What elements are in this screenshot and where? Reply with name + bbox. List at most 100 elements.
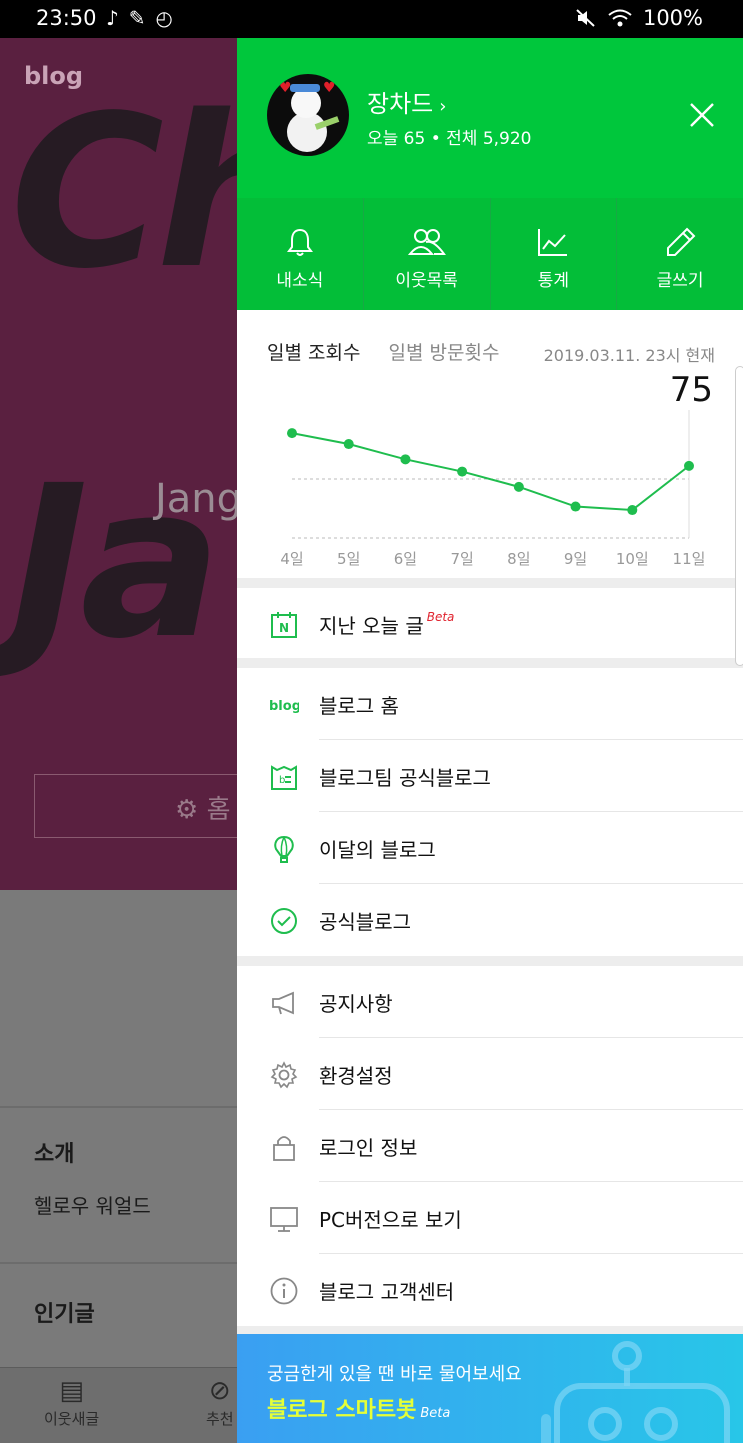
banner-bot-name: 블로그 스마트봇 Beta	[267, 1398, 451, 1423]
quick-action-stats[interactable]: 통계	[491, 198, 618, 310]
cover-title-line-1: Ch	[10, 70, 237, 315]
stats-panel: 일별 조회수 일별 방문횟수 2019.03.11. 23시 현재 75 4일 5…	[237, 310, 743, 578]
monitor-icon	[270, 1207, 298, 1232]
status-right-icons: 100%	[575, 6, 703, 30]
tab-daily-views[interactable]: 일별 조회수	[267, 342, 360, 364]
blog-cover: blog Ch Ja Jang ⚙ 홈	[0, 38, 237, 890]
home-button[interactable]: ⚙ 홈	[34, 774, 237, 838]
chart-point	[457, 466, 468, 477]
quick-actions-bar: 내소식 이웃목록 통계 글쓰기	[237, 198, 743, 310]
quick-action-label: 통계	[537, 271, 570, 291]
avatar-hat	[290, 84, 320, 92]
chart-tick-label: 6일	[394, 550, 417, 568]
robot-icon	[541, 1341, 730, 1443]
section-divider	[0, 1106, 237, 1108]
bottom-tab-bar: ▤ 이웃새글 ⊘ 추천	[0, 1367, 237, 1443]
home-button-label: 홈	[206, 795, 231, 825]
timer-icon: ◴	[155, 6, 173, 30]
menu-item-past-today[interactable]: N 지난 오늘 글 Beta	[237, 588, 743, 660]
avatar[interactable]: ♥ ♥	[267, 74, 349, 156]
section-divider	[237, 956, 743, 966]
menu-item-blog-of-month[interactable]: 이달의 블로그	[237, 812, 743, 884]
tab-neighbor-news[interactable]: ▤ 이웃새글	[44, 1376, 99, 1429]
check-circle-icon	[271, 908, 297, 934]
chart-point	[684, 460, 694, 471]
menu-item-label: 블로그 고객센터	[319, 1280, 455, 1304]
side-drawer: ♥ ♥ 장차드 › 오늘 65 • 전체 5,920 내소식 이웃목록 통계 글…	[237, 38, 743, 1443]
calendar-n-icon: N	[271, 612, 297, 638]
menu-item-settings[interactable]: 환경설정	[237, 1038, 743, 1110]
banner-question: 궁금한게 있을 땐 바로 물어보세요	[267, 1364, 522, 1385]
blogteam-icon: b	[271, 765, 297, 790]
menu-item-login-info[interactable]: 로그인 정보	[237, 1110, 743, 1182]
menu-item-label: 이달의 블로그	[319, 838, 436, 862]
daily-views-chart: 4일 5일 6일 7일 8일 9일 10일 11일	[280, 410, 705, 568]
compass-icon: ⊘	[208, 1376, 231, 1406]
profile-name: 장차드	[367, 90, 434, 118]
menu-item-label: 지난 오늘 글 Beta	[319, 610, 455, 638]
menu-item-blogteam-official[interactable]: b 블로그팀 공식블로그	[237, 740, 743, 812]
stats-date: 2019.03.11. 23시 현재	[543, 346, 715, 365]
tab-daily-visits[interactable]: 일별 방문횟수	[389, 342, 500, 364]
menu-item-notice[interactable]: 공지사항	[237, 966, 743, 1038]
section-divider	[0, 1262, 237, 1264]
avatar-snowman-head	[291, 88, 321, 118]
chart-tick-label: 10일	[616, 550, 649, 568]
quick-action-label: 내소식	[276, 271, 324, 291]
neighbors-icon	[407, 229, 446, 255]
status-time: 23:50	[36, 6, 97, 30]
chart-point	[287, 428, 297, 439]
chart-tick-label: 9일	[564, 550, 587, 568]
chart-tick-label: 4일	[280, 550, 303, 568]
status-bar: 23:50 ♪ ✎ ◴ 100%	[0, 0, 743, 38]
heart-icon: ♥	[323, 80, 336, 96]
scroll-indicator[interactable]	[735, 366, 743, 666]
menu-item-pc-version[interactable]: PC버전으로 보기	[237, 1182, 743, 1254]
close-icon[interactable]	[689, 102, 715, 128]
menu-item-label: 공식블로그	[319, 910, 411, 934]
pencil-icon	[667, 227, 696, 256]
drawer-header: ♥ ♥ 장차드 › 오늘 65 • 전체 5,920	[237, 38, 743, 198]
chart-point	[343, 439, 354, 450]
intro-title: 소개	[34, 1142, 75, 1167]
section-divider	[237, 1326, 743, 1334]
svg-text:N: N	[279, 621, 289, 635]
info-icon	[270, 1277, 298, 1305]
gear-icon: ⚙	[175, 795, 199, 825]
tab-recommend[interactable]: ⊘ 추천	[206, 1376, 234, 1429]
svg-text:blog: blog	[269, 699, 299, 714]
quick-action-write[interactable]: 글쓰기	[617, 198, 743, 310]
menu-item-label: 블로그 홈	[319, 694, 399, 718]
chevron-right-icon: ›	[439, 96, 447, 117]
status-left-icons: ♪ ✎ ◴	[106, 6, 173, 30]
battery-level: 100%	[642, 6, 703, 30]
blog-lower-section: 소개 헬로우 워얼드 인기글 ▤ 이웃새글 ⊘ 추천	[0, 890, 237, 1443]
menu-item-official-blog[interactable]: 공식블로그	[237, 884, 743, 956]
beta-badge: Beta	[426, 610, 455, 624]
tab-label: 추천	[206, 1410, 234, 1428]
cover-name: Jang	[155, 476, 237, 522]
bell-icon	[286, 228, 313, 256]
menu-item-blog-home[interactable]: blog 블로그 홈	[237, 668, 743, 740]
news-icon: ▤	[59, 1376, 84, 1406]
menu-item-help-center[interactable]: 블로그 고객센터	[237, 1254, 743, 1326]
lock-icon	[273, 1136, 295, 1161]
feather-icon: ✎	[128, 6, 146, 30]
background-blog-page[interactable]: blog Ch Ja Jang ⚙ 홈 소개 헬로우 워얼드 인기글 ▤ 이웃새…	[0, 38, 237, 1443]
chart-point	[513, 481, 524, 492]
megaphone-icon	[272, 991, 294, 1015]
svg-text:b: b	[279, 775, 285, 786]
quick-action-neighbors[interactable]: 이웃목록	[364, 198, 491, 310]
blog-logo-icon: blog	[269, 699, 299, 714]
smartbot-banner[interactable]: 궁금한게 있을 땐 바로 물어보세요 블로그 스마트봇 Beta	[237, 1334, 743, 1443]
quick-action-news[interactable]: 내소식	[237, 198, 364, 310]
section-divider	[237, 578, 743, 588]
intro-text: 헬로우 워얼드	[34, 1194, 151, 1218]
chart-tick-label: 8일	[507, 550, 530, 568]
stats-tabs: 일별 조회수 일별 방문횟수	[267, 338, 499, 365]
profile-name-link[interactable]: 장차드 ›	[367, 84, 446, 119]
visit-stats: 오늘 65 • 전체 5,920	[367, 129, 532, 149]
avatar-snowman-body	[287, 112, 327, 152]
wifi-icon	[608, 9, 632, 27]
menu-item-label: 환경설정	[319, 1064, 393, 1088]
